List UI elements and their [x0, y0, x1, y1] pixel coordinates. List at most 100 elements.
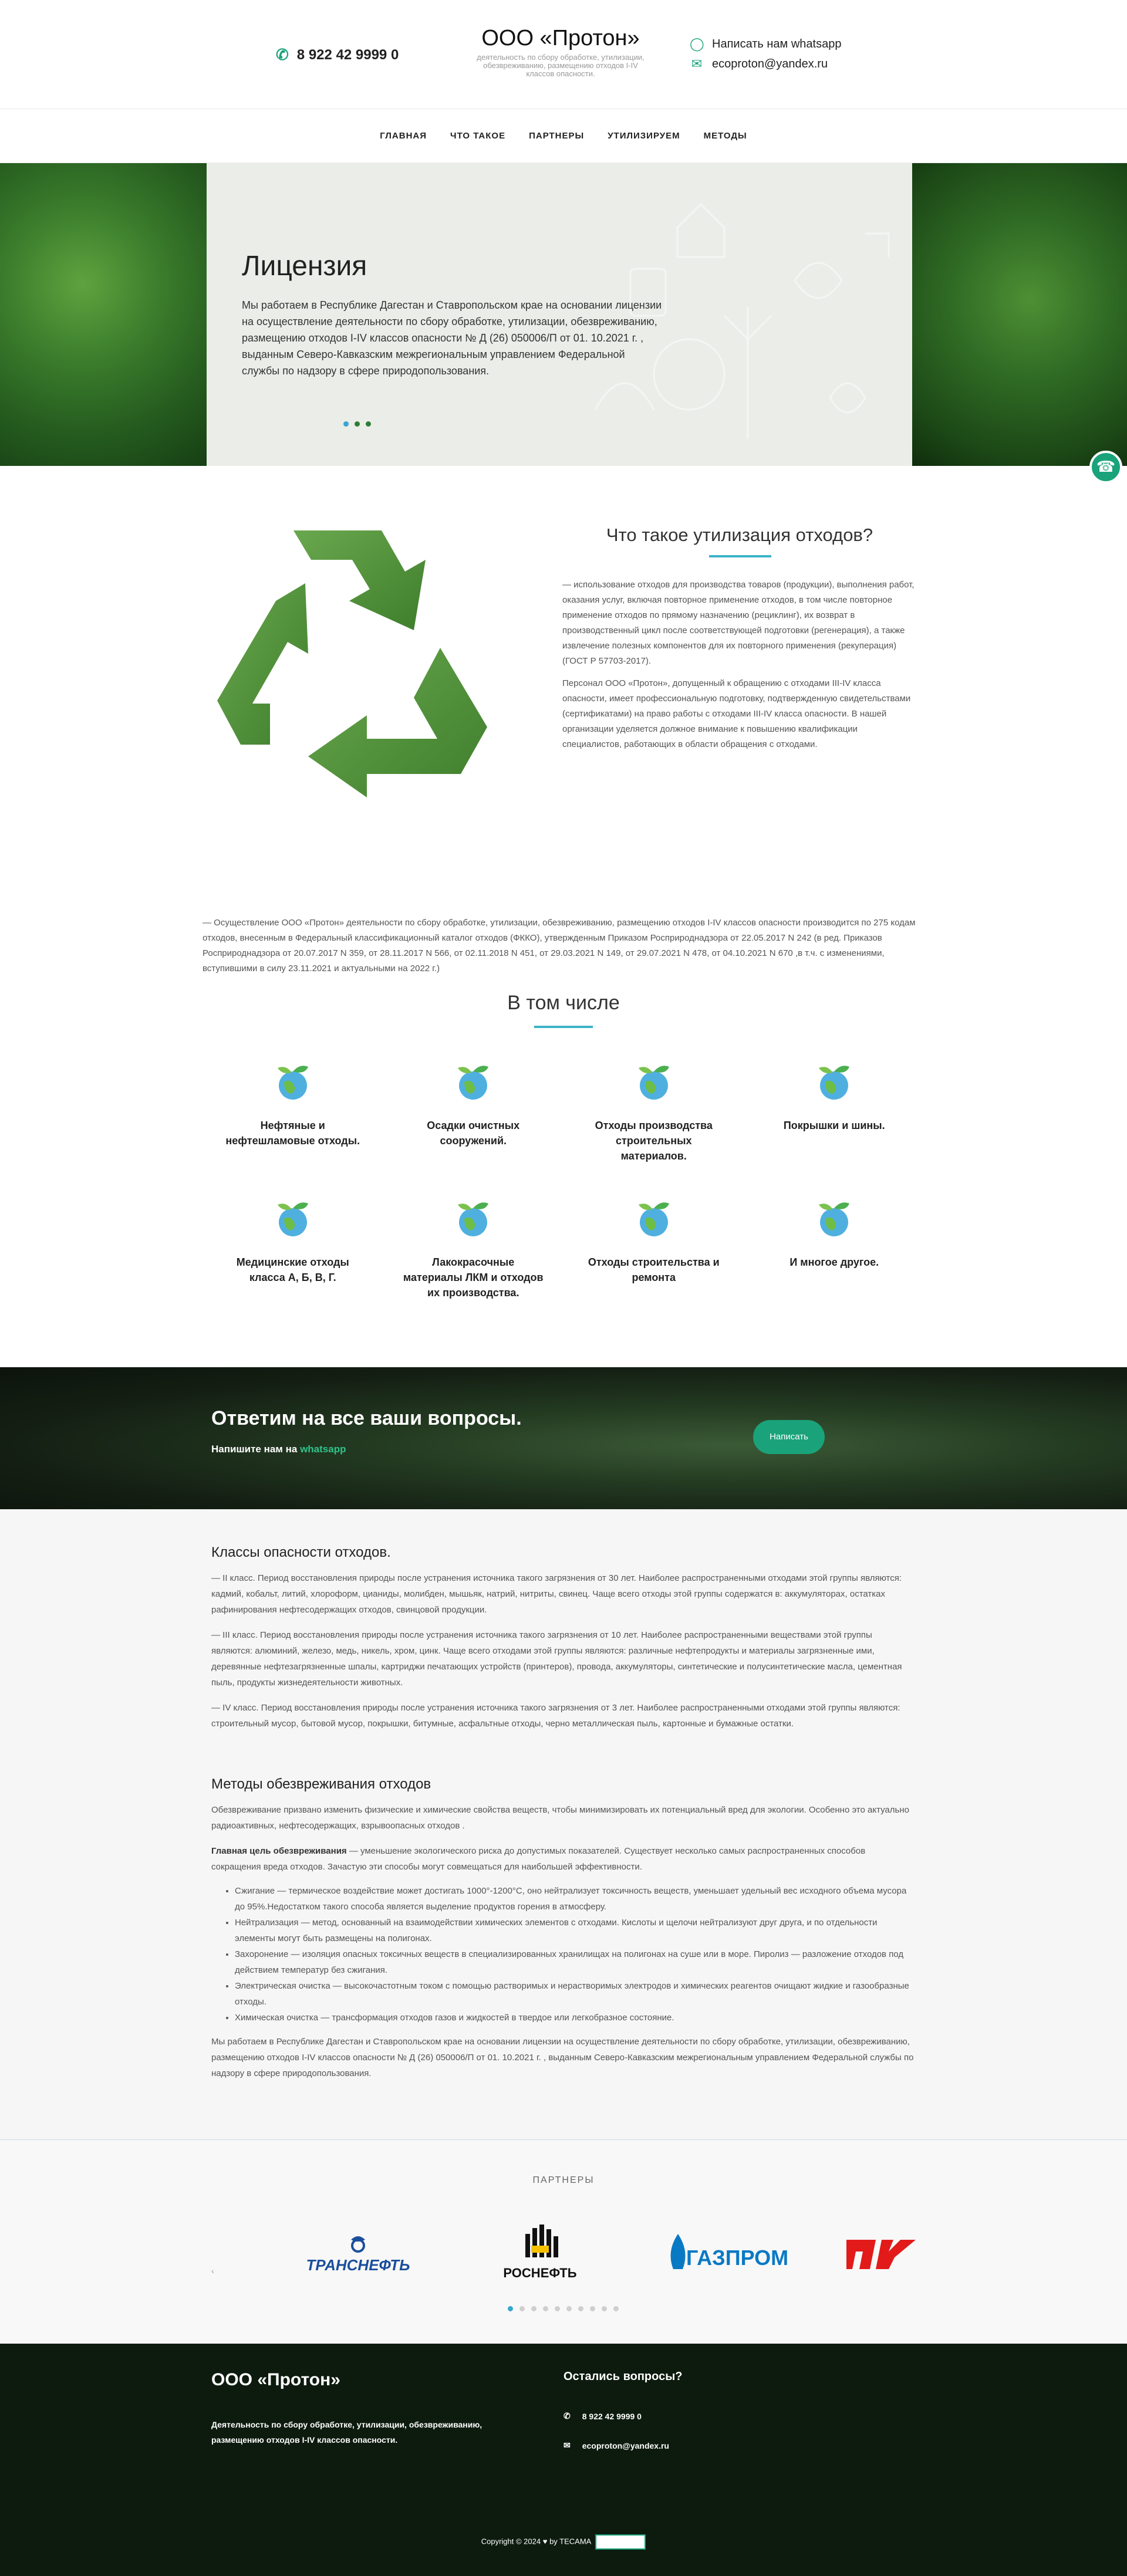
heart-icon: ♥ [542, 2537, 548, 2546]
brand[interactable]: ООО «Протон» деятельность по сбору обраб… [470, 26, 652, 78]
slider-dot[interactable] [355, 421, 360, 427]
waste-type-label: Лакокрасочные материалы ЛКМ и отходов их… [403, 1256, 544, 1299]
waste-type-label: Нефтяные и нефтешламовые отходы. [225, 1120, 360, 1147]
gazprom-label: ГАЗПРОМ [686, 2246, 789, 2270]
nav-item-methods[interactable]: МЕТОДЫ [704, 131, 747, 141]
partner-logo-transneft[interactable]: ТРАНСНЕФТЬ [299, 2222, 417, 2287]
hero-slider[interactable]: Лицензия Мы работаем в Республике Дагест… [0, 163, 1127, 484]
eco-globe-icon [277, 1066, 308, 1100]
nav-item-partners[interactable]: ПАРТНЕРЫ [529, 131, 584, 141]
nav-item-home[interactable]: ГЛАВНАЯ [380, 131, 427, 141]
slide-title: Лицензия [242, 251, 367, 282]
eco-globe-icon [638, 1202, 669, 1236]
what-title: Что такое утилизация отходов? [606, 525, 873, 545]
top-header: ✆ 8 922 42 9999 0 ООО «Протон» деятельно… [0, 0, 1127, 109]
slider-prev-image [0, 163, 207, 466]
waste-type-label: И многое другое. [789, 1256, 879, 1268]
class-paragraph: — III класс. Период восстановления приро… [211, 1630, 902, 1688]
slider-dots [343, 421, 371, 427]
intro-text: — Осуществление ООО «Протон» деятельност… [203, 918, 916, 973]
slider-dot[interactable] [366, 421, 371, 427]
slide-text: Мы работаем в Республике Дагестан и Став… [242, 299, 662, 377]
slider-next-image [912, 163, 1127, 466]
footer-questions-title: Остались вопросы? [564, 2370, 683, 2383]
nav-item-utilize[interactable]: УТИЛИЗИРУЕМ [608, 131, 680, 141]
class-paragraph: — II класс. Период восстановления природ… [211, 1573, 902, 1615]
whatsapp-link[interactable]: ◯ Написать нам whatsapp [690, 34, 841, 54]
carousel-dot[interactable] [508, 2306, 513, 2311]
cta-title: Ответим на все ваши вопросы. [211, 1407, 522, 1429]
title-underline [709, 555, 771, 557]
carousel-dot[interactable] [519, 2306, 525, 2311]
footer-phone[interactable]: ✆ 8 922 42 9999 0 [564, 2411, 642, 2421]
eco-globe-icon [819, 1066, 850, 1100]
nav-item-what[interactable]: ЧТО ТАКОЕ [450, 131, 505, 141]
waste-type-item: Лакокрасочные материалы ЛКМ и отходов их… [383, 1199, 564, 1300]
waste-type-item: Осадки очистных сооружений. [383, 1062, 564, 1164]
info-section: Классы опасности отходов. — II класс. Пе… [0, 1509, 1127, 2140]
carousel-dot[interactable] [566, 2306, 572, 2311]
phone-icon: ✆ [276, 46, 289, 63]
classes-title: Классы опасности отходов. [211, 1544, 391, 1560]
method-item: Нейтрализация — метод, основанный на вза… [235, 1915, 916, 1946]
email-link[interactable]: ✉ ecoproton@yandex.ru [690, 54, 841, 74]
waste-type-item: Нефтяные и нефтешламовые отходы. [203, 1062, 383, 1164]
carousel-dot[interactable] [590, 2306, 595, 2311]
eco-globe-icon [458, 1066, 489, 1100]
cta-whatsapp-link[interactable]: whatsapp [300, 1443, 346, 1455]
carousel-dot[interactable] [578, 2306, 583, 2311]
methods-block: Методы обезвреживания отходов Обезврежив… [211, 1776, 916, 2081]
waste-type-label: Покрышки и шины. [783, 1120, 885, 1131]
carousel-dot[interactable] [555, 2306, 560, 2311]
main-nav: ГЛАВНАЯ ЧТО ТАКОЕ ПАРТНЕРЫ УТИЛИЗИРУЕМ М… [0, 109, 1127, 163]
footer: ООО «Протон» Деятельность по сбору обраб… [0, 2344, 1127, 2576]
header-phone[interactable]: ✆ 8 922 42 9999 0 [276, 46, 399, 64]
company-name: ООО «Протон» [481, 26, 640, 50]
waste-type-item: И многое другое. [744, 1199, 925, 1300]
write-button[interactable]: Написать [753, 1420, 825, 1454]
whatsapp-label: Написать нам whatsapp [712, 37, 842, 50]
methods-intro: Обезвреживание призвано изменить физичес… [211, 1805, 909, 1831]
slider-dot[interactable] [343, 421, 349, 427]
footer-email[interactable]: ✉ ecoproton@yandex.ru [564, 2440, 669, 2450]
what-text: — использование отходов для производства… [562, 577, 915, 752]
recycle-icon [217, 530, 487, 797]
mail-icon: ✉ [691, 56, 703, 71]
header-contacts: ◯ Написать нам whatsapp ✉ ecoproton@yand… [690, 34, 841, 74]
what-paragraph-1: — использование отходов для производства… [562, 580, 915, 666]
partner-logo-gazprom[interactable]: ГАЗПРОМ [660, 2222, 788, 2287]
title-underline [534, 1026, 593, 1028]
method-item: Захоронение — изоляция опасных токсичных… [235, 1946, 916, 1978]
class-paragraph: — IV класс. Период восстановления природ… [211, 1703, 900, 1729]
tecama-logo[interactable] [595, 2534, 646, 2550]
carousel-dot[interactable] [531, 2306, 536, 2311]
phone-icon: ✆ [564, 2411, 571, 2421]
slide-license: Лицензия Мы работаем в Республике Дагест… [207, 163, 912, 466]
eco-globe-icon [277, 1202, 308, 1236]
footer-description: Деятельность по сбору обработке, утилиза… [211, 2420, 482, 2445]
waste-type-label: Отходы производства строительных материа… [595, 1120, 713, 1162]
carousel-dot[interactable] [543, 2306, 548, 2311]
carousel-dot[interactable] [602, 2306, 607, 2311]
copyright-by: by TECAMA [549, 2537, 591, 2546]
eco-globe-icon [638, 1066, 669, 1100]
methods-list: Сжигание — термическое воздействие может… [235, 1883, 916, 2026]
method-item: Сжигание — термическое воздействие может… [235, 1883, 916, 1915]
page: ✆ 8 922 42 9999 0 ООО «Протон» деятельно… [0, 0, 1127, 2576]
eco-globe-icon [458, 1202, 489, 1236]
cta-subtitle: Напишите нам на whatsapp [211, 1443, 346, 1455]
partner-logo-rosneft[interactable]: РОСНЕФТЬ [490, 2222, 590, 2287]
waste-type-item: Покрышки и шины. [744, 1062, 925, 1164]
waste-type-label: Отходы строительства и ремонта [588, 1256, 720, 1283]
waste-types-grid: Нефтяные и нефтешламовые отходы. Осадки … [203, 1062, 924, 1300]
method-item: Химическая очистка — трансформация отход… [235, 2010, 916, 2026]
carousel-prev-icon[interactable]: ‹ [211, 2266, 214, 2276]
waste-type-item: Отходы строительства и ремонта [564, 1199, 744, 1300]
what-paragraph-2: Персонал ООО «Протон», допущенный к обра… [562, 678, 911, 749]
methods-title: Методы обезвреживания отходов [211, 1776, 431, 1792]
rzd-logo-icon [846, 2240, 916, 2269]
email-label: ecoproton@yandex.ru [712, 57, 828, 70]
partner-logo-rzd[interactable] [846, 2222, 916, 2287]
carousel-dot[interactable] [613, 2306, 619, 2311]
cta-banner: Ответим на все ваши вопросы. Напишите на… [0, 1367, 1127, 1509]
